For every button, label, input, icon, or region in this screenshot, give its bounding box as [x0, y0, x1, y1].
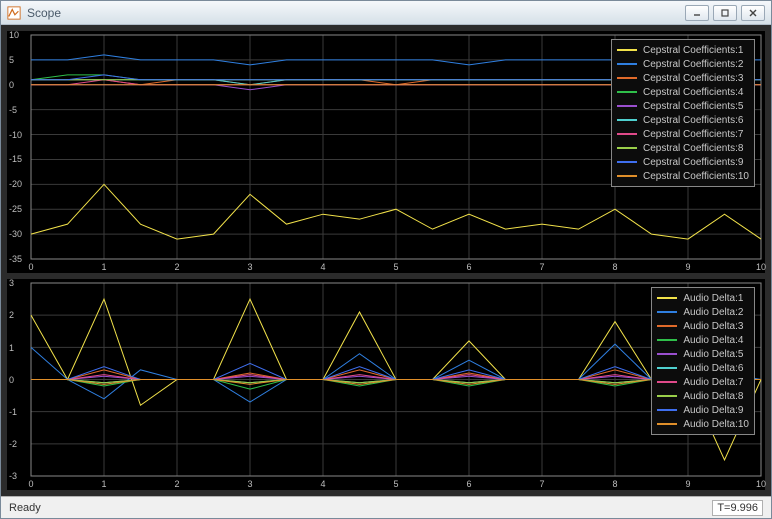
legend-swatch — [657, 325, 677, 327]
legend[interactable]: Cepstral Coefficients:1 Cepstral Coeffici… — [611, 39, 755, 187]
legend-swatch — [617, 63, 637, 65]
legend-entry[interactable]: Audio Delta:6 — [657, 361, 749, 375]
legend-entry[interactable]: Audio Delta:1 — [657, 291, 749, 305]
legend-entry[interactable]: Audio Delta:2 — [657, 305, 749, 319]
legend-entry[interactable]: Audio Delta:8 — [657, 389, 749, 403]
legend-entry[interactable]: Cepstral Coefficients:3 — [617, 71, 749, 85]
legend-label: Cepstral Coefficients:5 — [643, 101, 743, 112]
legend-entry[interactable]: Audio Delta:7 — [657, 375, 749, 389]
scope-axes-top[interactable]: -35-30-25-20-15-10-50510012345678910Ceps… — [7, 31, 765, 273]
legend-label: Audio Delta:8 — [683, 391, 743, 402]
titlebar[interactable]: Scope — [1, 1, 771, 25]
legend-label: Audio Delta:1 — [683, 293, 743, 304]
legend-swatch — [617, 175, 637, 177]
legend-label: Cepstral Coefficients:4 — [643, 87, 743, 98]
plot-area: -35-30-25-20-15-10-50510012345678910Ceps… — [1, 25, 771, 496]
legend-swatch — [657, 353, 677, 355]
legend-swatch — [657, 423, 677, 425]
legend-swatch — [657, 339, 677, 341]
legend-label: Audio Delta:2 — [683, 307, 743, 318]
legend-label: Cepstral Coefficients:10 — [643, 171, 749, 182]
legend-label: Audio Delta:4 — [683, 335, 743, 346]
legend-entry[interactable]: Cepstral Coefficients:2 — [617, 57, 749, 71]
maximize-button[interactable] — [713, 5, 737, 21]
legend-label: Cepstral Coefficients:3 — [643, 73, 743, 84]
legend-entry[interactable]: Audio Delta:9 — [657, 403, 749, 417]
legend-swatch — [617, 133, 637, 135]
legend-swatch — [657, 381, 677, 383]
legend-label: Audio Delta:10 — [683, 419, 749, 430]
time-readout: T=9.996 — [712, 500, 763, 516]
app-icon — [7, 6, 21, 20]
legend-entry[interactable]: Audio Delta:5 — [657, 347, 749, 361]
legend-label: Audio Delta:3 — [683, 321, 743, 332]
legend-entry[interactable]: Cepstral Coefficients:5 — [617, 99, 749, 113]
legend-label: Audio Delta:7 — [683, 377, 743, 388]
status-text: Ready — [9, 502, 41, 514]
legend-swatch — [617, 105, 637, 107]
window-title: Scope — [27, 6, 685, 20]
legend-label: Audio Delta:5 — [683, 349, 743, 360]
minimize-button[interactable] — [685, 5, 709, 21]
close-button[interactable] — [741, 5, 765, 21]
scope-axes-bottom[interactable]: -3-2-10123012345678910Audio Delta:1Audio… — [7, 279, 765, 490]
status-bar: Ready T=9.996 — [1, 496, 771, 518]
legend-entry[interactable]: Cepstral Coefficients:10 — [617, 169, 749, 183]
legend-entry[interactable]: Cepstral Coefficients:7 — [617, 127, 749, 141]
legend-swatch — [617, 147, 637, 149]
legend-swatch — [657, 409, 677, 411]
legend-entry[interactable]: Cepstral Coefficients:8 — [617, 141, 749, 155]
legend-entry[interactable]: Audio Delta:10 — [657, 417, 749, 431]
legend-entry[interactable]: Audio Delta:3 — [657, 319, 749, 333]
legend-swatch — [617, 49, 637, 51]
legend-swatch — [657, 367, 677, 369]
legend-label: Audio Delta:6 — [683, 363, 743, 374]
legend-swatch — [657, 395, 677, 397]
legend-entry[interactable]: Cepstral Coefficients:6 — [617, 113, 749, 127]
legend-swatch — [617, 77, 637, 79]
legend-entry[interactable]: Audio Delta:4 — [657, 333, 749, 347]
legend-label: Cepstral Coefficients:9 — [643, 157, 743, 168]
legend-entry[interactable]: Cepstral Coefficients:9 — [617, 155, 749, 169]
legend-swatch — [617, 91, 637, 93]
legend-label: Cepstral Coefficients:2 — [643, 59, 743, 70]
legend-label: Cepstral Coefficients:8 — [643, 143, 743, 154]
legend-label: Cepstral Coefficients:6 — [643, 115, 743, 126]
legend-swatch — [657, 297, 677, 299]
legend-label: Cepstral Coefficients:7 — [643, 129, 743, 140]
legend[interactable]: Audio Delta:1 Audio Delta:2 Audio Delta:3 A… — [651, 287, 755, 435]
legend-swatch — [617, 161, 637, 163]
legend-swatch — [617, 119, 637, 121]
scope-window: Scope -35-30-25-20-15-10-505100123456789… — [0, 0, 772, 519]
legend-entry[interactable]: Cepstral Coefficients:1 — [617, 43, 749, 57]
legend-entry[interactable]: Cepstral Coefficients:4 — [617, 85, 749, 99]
legend-label: Cepstral Coefficients:1 — [643, 45, 743, 56]
legend-swatch — [657, 311, 677, 313]
legend-label: Audio Delta:9 — [683, 405, 743, 416]
